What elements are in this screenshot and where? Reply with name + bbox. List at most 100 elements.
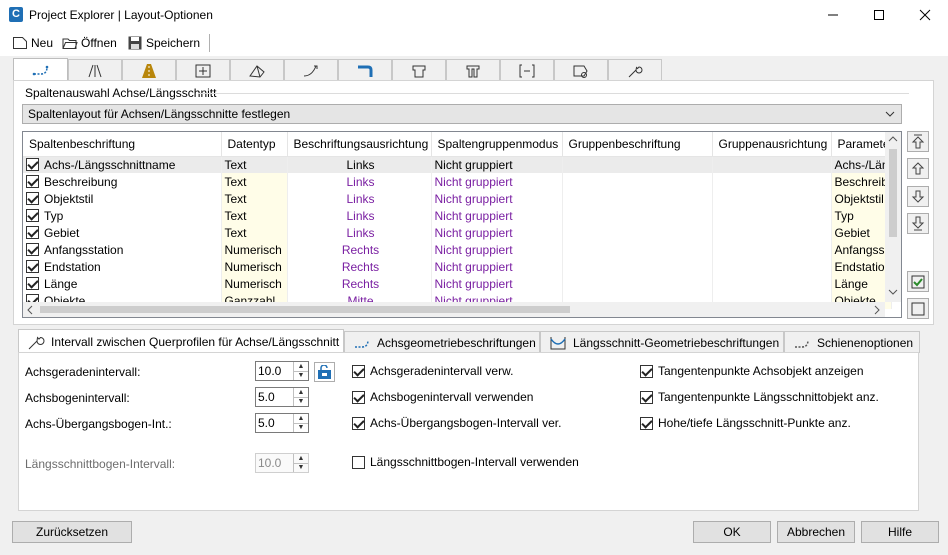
- tab-rail-options[interactable]: Schienenoptionen: [784, 331, 920, 353]
- column-table: Spaltenbeschriftung Datentyp Beschriftun…: [23, 132, 892, 309]
- col-header-group-label[interactable]: Gruppenbeschriftung: [562, 132, 713, 157]
- row-mode: Nicht gruppiert: [431, 241, 563, 258]
- ok-button[interactable]: OK: [693, 521, 771, 543]
- tab-bracket[interactable]: [500, 59, 554, 81]
- grid-vertical-scrollbar[interactable]: [885, 132, 901, 302]
- tangent-alignment-checkbox[interactable]: Tangentenpunkte Achsobjekt anzeigen: [640, 364, 864, 378]
- col-header-align[interactable]: Beschriftungsausrichtung: [287, 132, 432, 157]
- tab-parcel[interactable]: [554, 59, 608, 81]
- link-intervals-button[interactable]: [314, 362, 335, 382]
- row-checkbox[interactable]: [26, 191, 39, 205]
- tab-alignment-geometry[interactable]: Achsgeometriebeschriftungen: [344, 331, 540, 353]
- move-bottom-button[interactable]: [907, 213, 929, 234]
- table-row[interactable]: Endstation Numerisch Rechts Nicht gruppi…: [23, 258, 892, 275]
- column-grid[interactable]: Spaltenbeschriftung Datentyp Beschriftun…: [22, 131, 902, 318]
- spiral-interval-spinner[interactable]: 5.0 ▲ ▼: [255, 413, 309, 433]
- row-param: Beschreib: [831, 173, 892, 190]
- row-group-align: [712, 258, 832, 275]
- tab-alignment[interactable]: [13, 58, 68, 81]
- high-low-points-label: Hohe/tiefe Längsschnitt-Punkte anz.: [658, 416, 851, 430]
- row-checkbox[interactable]: [26, 157, 39, 171]
- checkbox-box[interactable]: [640, 416, 653, 430]
- minimize-button[interactable]: [810, 0, 856, 30]
- spin-down-icon[interactable]: ▼: [294, 422, 308, 433]
- table-row[interactable]: Länge Numerisch Rechts Nicht gruppiert L…: [23, 275, 892, 292]
- move-top-button[interactable]: [907, 131, 929, 152]
- checkbox-box[interactable]: [352, 455, 365, 469]
- row-checkbox[interactable]: [26, 259, 39, 273]
- table-row[interactable]: Objektstil Text Links Nicht gruppiert Ob…: [23, 190, 892, 207]
- table-row[interactable]: Achs-/Längsschnittname Text Links Nicht …: [23, 156, 892, 173]
- spiral-interval-use-checkbox[interactable]: Achs-Übergangsbogen-Intervall ver.: [352, 416, 561, 430]
- tab-corridor[interactable]: [68, 59, 122, 81]
- profile-curve-interval-use-label: Längsschnittbogen-Intervall verwenden: [370, 455, 579, 469]
- surface-icon: [249, 64, 265, 78]
- table-row[interactable]: Gebiet Text Links Nicht gruppiert Gebiet: [23, 224, 892, 241]
- checkbox-box[interactable]: [352, 364, 365, 378]
- cancel-button[interactable]: Abbrechen: [777, 521, 855, 543]
- col-header-group-align[interactable]: Gruppenausrichtung: [712, 132, 832, 157]
- straight-interval-value[interactable]: 10.0: [256, 362, 293, 380]
- cancel-label: Abbrechen: [786, 525, 846, 539]
- checkbox-box[interactable]: [352, 416, 365, 430]
- col-header-parameter[interactable]: Paramete: [831, 132, 892, 157]
- save-button[interactable]: Speichern: [128, 34, 200, 52]
- row-param: Endstatio: [831, 258, 892, 275]
- arc-interval-value[interactable]: 5.0: [256, 388, 293, 406]
- row-mode: Nicht gruppiert: [431, 190, 563, 207]
- tab-structure[interactable]: [392, 59, 446, 81]
- tangent-profile-checkbox[interactable]: Tangentenpunkte Längsschnittobjekt anz.: [640, 390, 879, 404]
- checkbox-box[interactable]: [640, 364, 653, 378]
- open-button[interactable]: Öffnen: [62, 34, 117, 52]
- col-header-type[interactable]: Datentyp: [221, 132, 288, 157]
- grid-horizontal-scrollbar[interactable]: [23, 302, 885, 317]
- checkbox-box[interactable]: [640, 390, 653, 404]
- move-down-button[interactable]: [907, 186, 929, 207]
- row-checkbox[interactable]: [26, 174, 39, 188]
- row-checkbox[interactable]: [26, 242, 39, 256]
- check-all-button[interactable]: [907, 271, 929, 292]
- straight-interval-spinner[interactable]: 10.0 ▲ ▼: [255, 361, 309, 381]
- maximize-button[interactable]: [856, 0, 902, 30]
- spiral-interval-value[interactable]: 5.0: [256, 414, 293, 432]
- tab-profile-geometry[interactable]: Längsschnitt-Geometriebeschriftungen: [540, 331, 784, 353]
- tab-part[interactable]: [446, 59, 500, 81]
- arc-interval-use-checkbox[interactable]: Achsbogenintervall verwenden: [352, 390, 533, 404]
- col-header-label[interactable]: Spaltenbeschriftung: [23, 132, 222, 157]
- tab-pipe[interactable]: [338, 59, 392, 81]
- table-row[interactable]: Beschreibung Text Links Nicht gruppiert …: [23, 173, 892, 190]
- row-mode: Nicht gruppiert: [431, 207, 563, 224]
- new-button[interactable]: Neu: [12, 34, 53, 52]
- row-checkbox[interactable]: [26, 208, 39, 222]
- high-low-points-checkbox[interactable]: Hohe/tiefe Längsschnitt-Punkte anz.: [640, 416, 851, 430]
- arc-interval-spinner[interactable]: 5.0 ▲ ▼: [255, 387, 309, 407]
- tab-surface[interactable]: [230, 59, 284, 81]
- row-mode: Nicht gruppiert: [431, 275, 563, 292]
- straight-interval-use-checkbox[interactable]: Achsgeradenintervall verw.: [352, 364, 513, 378]
- layout-combo[interactable]: Spaltenlayout für Achsen/Längsschnitte f…: [22, 104, 902, 124]
- move-up-button[interactable]: [907, 158, 929, 179]
- arc-interval-use-label: Achsbogenintervall verwenden: [370, 390, 534, 404]
- checkbox-box[interactable]: [352, 390, 365, 404]
- reset-button[interactable]: Zurücksetzen: [12, 521, 132, 543]
- spin-up-icon[interactable]: ▲: [294, 414, 308, 423]
- tab-tools[interactable]: [608, 59, 662, 81]
- row-param: Typ: [831, 207, 892, 224]
- table-row[interactable]: Typ Text Links Nicht gruppiert Typ: [23, 207, 892, 224]
- spin-down-icon[interactable]: ▼: [294, 396, 308, 407]
- close-button[interactable]: [902, 0, 948, 30]
- profile-curve-interval-use-checkbox[interactable]: Längsschnittbogen-Intervall verwenden: [352, 455, 579, 469]
- spin-down-icon[interactable]: ▼: [294, 370, 308, 381]
- tab-section-view[interactable]: [176, 59, 230, 81]
- help-button[interactable]: Hilfe: [861, 521, 939, 543]
- table-row[interactable]: Anfangsstation Numerisch Rechts Nicht gr…: [23, 241, 892, 258]
- row-checkbox[interactable]: [26, 276, 39, 290]
- tab-road[interactable]: [122, 59, 176, 81]
- row-checkbox[interactable]: [26, 225, 39, 239]
- spin-up-icon[interactable]: ▲: [294, 388, 308, 397]
- col-header-group-mode[interactable]: Spaltengruppenmodus: [431, 132, 563, 157]
- tab-interval[interactable]: Intervall zwischen Querprofilen für Achs…: [18, 329, 344, 353]
- uncheck-all-button[interactable]: [907, 298, 929, 319]
- tab-feature-line[interactable]: [284, 59, 338, 81]
- spin-up-icon[interactable]: ▲: [294, 362, 308, 371]
